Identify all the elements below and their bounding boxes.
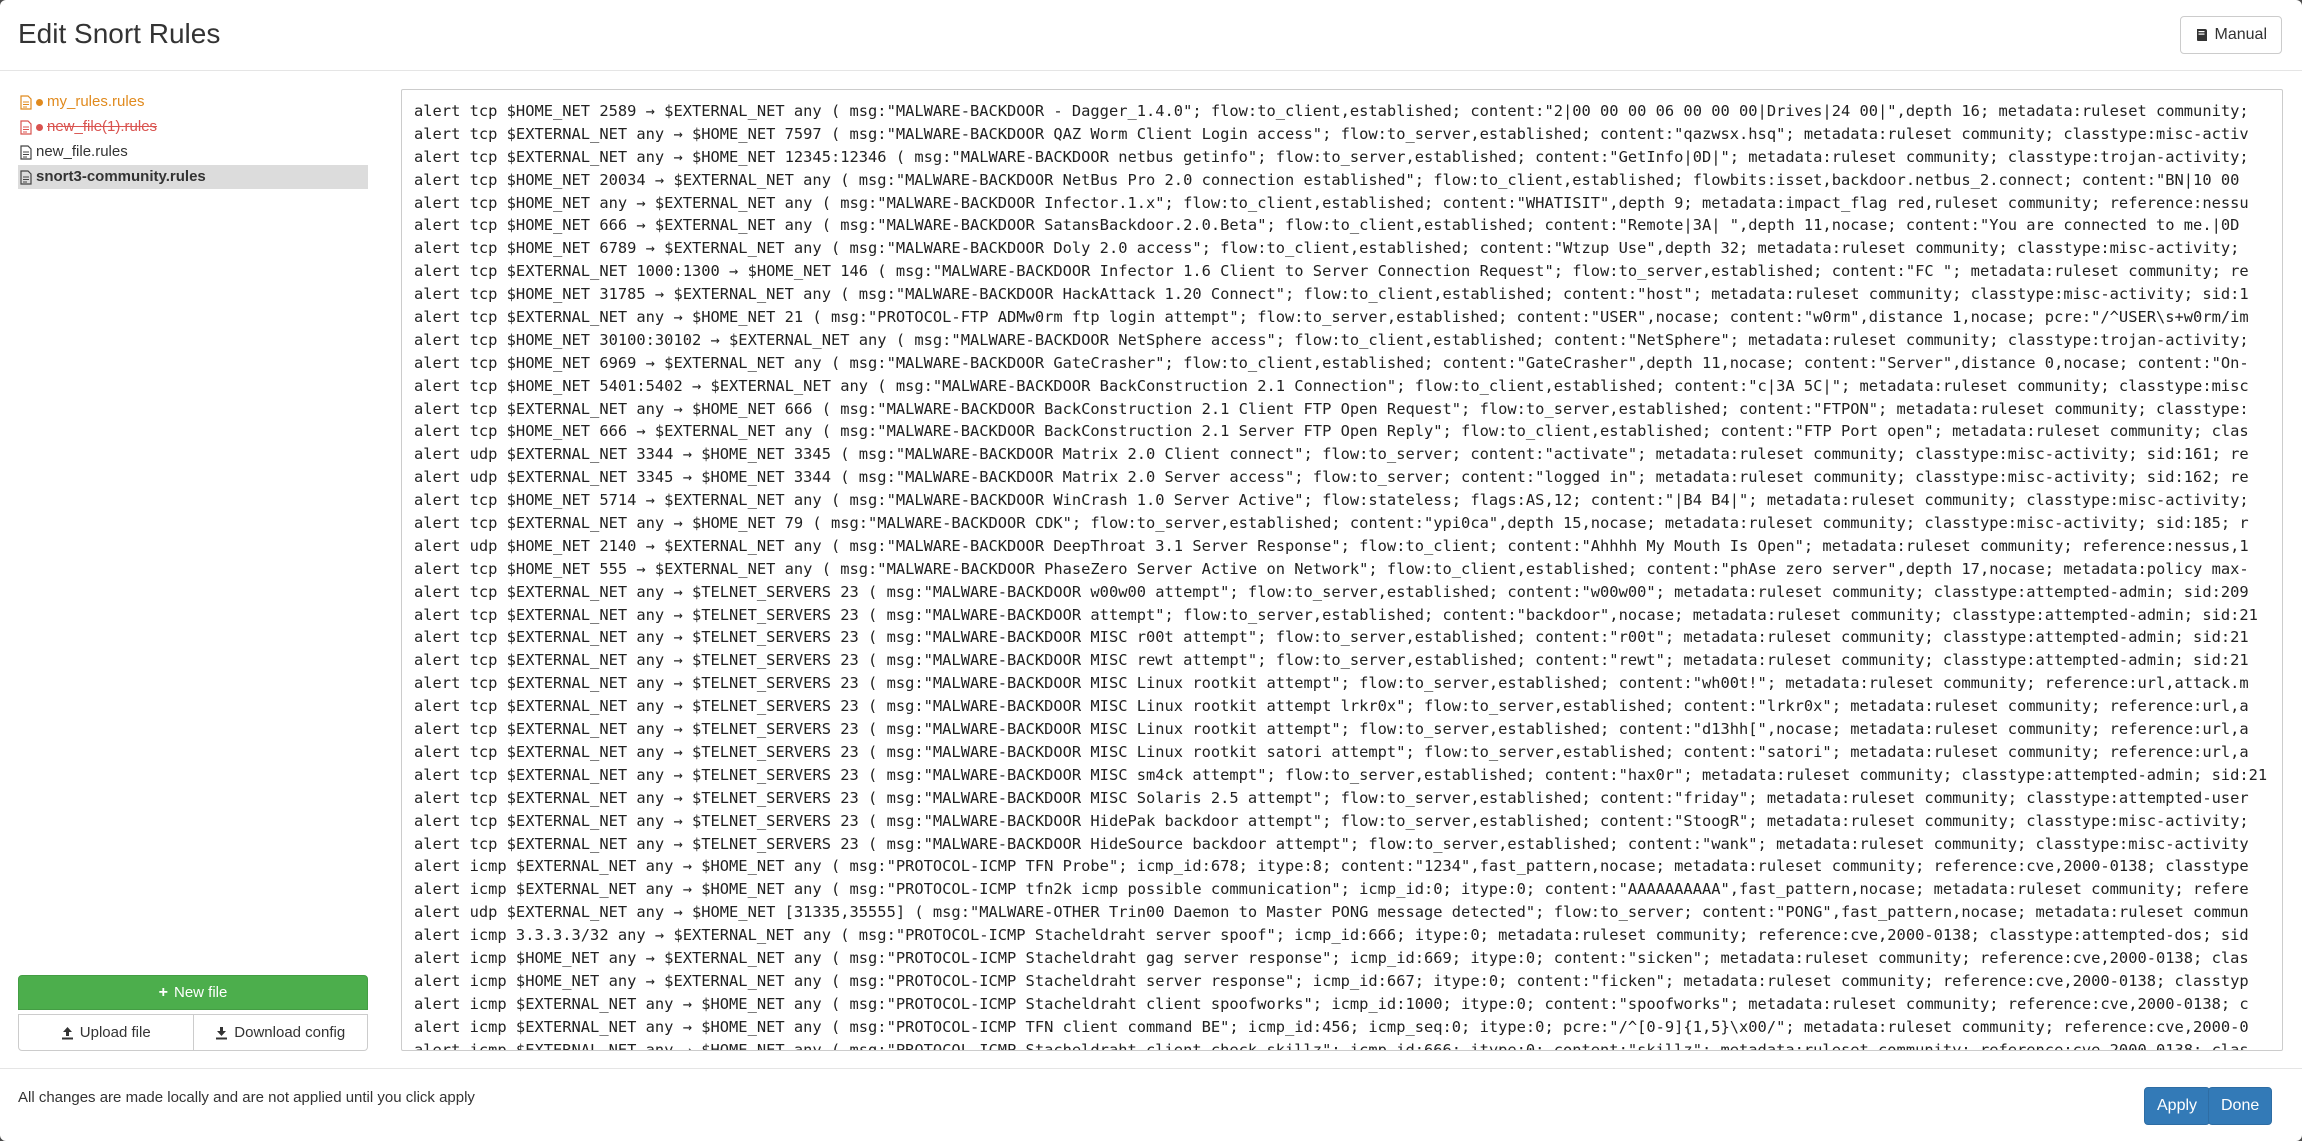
rule-line[interactable]: alert tcp $EXTERNAL_NET any → $TELNET_SE…	[414, 787, 2278, 810]
rule-line[interactable]: alert tcp $EXTERNAL_NET 1000:1300 → $HOM…	[414, 260, 2278, 283]
rule-line[interactable]: alert tcp $EXTERNAL_NET any → $TELNET_SE…	[414, 810, 2278, 833]
rule-line[interactable]: alert tcp $HOME_NET 30100:30102 → $EXTER…	[414, 329, 2278, 352]
rule-line[interactable]: alert udp $EXTERNAL_NET any → $HOME_NET …	[414, 901, 2278, 924]
rule-line[interactable]: alert tcp $EXTERNAL_NET any → $TELNET_SE…	[414, 764, 2278, 787]
rule-line[interactable]: alert tcp $EXTERNAL_NET any → $TELNET_SE…	[414, 695, 2278, 718]
rule-line[interactable]: alert tcp $EXTERNAL_NET any → $TELNET_SE…	[414, 649, 2278, 672]
file-list: my_rules.rules new_file(1).rules new_file.…	[18, 90, 368, 190]
file-item[interactable]: new_file(1).rules	[18, 115, 368, 139]
rule-line[interactable]: alert tcp $EXTERNAL_NET any → $TELNET_SE…	[414, 604, 2278, 627]
rule-line[interactable]: alert tcp $EXTERNAL_NET any → $HOME_NET …	[414, 512, 2278, 535]
rule-line[interactable]: alert tcp $HOME_NET 20034 → $EXTERNAL_NE…	[414, 169, 2278, 192]
rule-line[interactable]: alert udp $EXTERNAL_NET 3344 → $HOME_NET…	[414, 443, 2278, 466]
rule-line[interactable]: alert icmp $HOME_NET any → $EXTERNAL_NET…	[414, 970, 2278, 993]
file-name: my_rules.rules	[47, 93, 145, 110]
rule-line[interactable]: alert icmp $EXTERNAL_NET any → $HOME_NET…	[414, 878, 2278, 901]
manual-button[interactable]: Manual	[2179, 16, 2282, 54]
rule-line[interactable]: alert udp $EXTERNAL_NET 3345 → $HOME_NET…	[414, 466, 2278, 489]
file-icon	[20, 119, 32, 135]
rule-line[interactable]: alert udp $HOME_NET 2140 → $EXTERNAL_NET…	[414, 535, 2278, 558]
rule-line[interactable]: alert tcp $EXTERNAL_NET any → $HOME_NET …	[414, 306, 2278, 329]
rule-line[interactable]: alert icmp $EXTERNAL_NET any → $HOME_NET…	[414, 993, 2278, 1016]
file-actions: Upload file Download config	[18, 1014, 368, 1051]
rule-line[interactable]: alert icmp $EXTERNAL_NET any → $HOME_NET…	[414, 1016, 2278, 1039]
file-item[interactable]: snort3-community.rules	[18, 165, 368, 189]
file-name: new_file.rules	[36, 143, 128, 160]
rule-line[interactable]: alert icmp $EXTERNAL_NET any → $HOME_NET…	[414, 855, 2278, 878]
edit-snort-rules-dialog: Edit Snort Rules Manual my_rules.rulesne…	[0, 0, 2302, 1141]
done-button[interactable]: Done	[2208, 1087, 2273, 1125]
rule-line[interactable]: alert tcp $HOME_NET 6969 → $EXTERNAL_NET…	[414, 352, 2278, 375]
upload-file-button[interactable]: Upload file	[18, 1014, 194, 1051]
file-icon	[20, 94, 32, 110]
upload-icon	[61, 1026, 73, 1039]
change-indicator-dot	[36, 98, 43, 106]
change-indicator-dot	[36, 123, 43, 131]
new-file-label: New file	[173, 984, 228, 1001]
rule-line[interactable]: alert tcp $EXTERNAL_NET any → $TELNET_SE…	[414, 672, 2278, 695]
rule-line[interactable]: alert tcp $HOME_NET 2589 → $EXTERNAL_NET…	[414, 100, 2278, 123]
rule-line[interactable]: alert tcp $HOME_NET 5401:5402 → $EXTERNA…	[414, 375, 2278, 398]
apply-button[interactable]: Apply	[2144, 1087, 2211, 1125]
file-name: snort3-community.rules	[36, 168, 206, 185]
plus-icon: +	[158, 983, 168, 1001]
rule-line[interactable]: alert tcp $EXTERNAL_NET any → $TELNET_SE…	[414, 626, 2278, 649]
rule-line[interactable]: alert tcp $EXTERNAL_NET any → $TELNET_SE…	[414, 581, 2278, 604]
rule-line[interactable]: alert tcp $EXTERNAL_NET any → $HOME_NET …	[414, 146, 2278, 169]
rule-line[interactable]: alert icmp 3.3.3.3/32 any → $EXTERNAL_NE…	[414, 924, 2278, 947]
rule-line[interactable]: alert tcp $HOME_NET 555 → $EXTERNAL_NET …	[414, 558, 2278, 581]
upload-file-label: Upload file	[79, 1024, 151, 1041]
new-file-button[interactable]: + New file	[18, 975, 368, 1010]
rule-line[interactable]: alert tcp $HOME_NET 666 → $EXTERNAL_NET …	[414, 214, 2278, 237]
rule-line[interactable]: alert tcp $EXTERNAL_NET any → $HOME_NET …	[414, 398, 2278, 421]
rule-line[interactable]: alert tcp $EXTERNAL_NET any → $TELNET_SE…	[414, 718, 2278, 741]
rule-line[interactable]: alert tcp $HOME_NET any → $EXTERNAL_NET …	[414, 192, 2278, 215]
file-icon	[20, 169, 32, 185]
file-item[interactable]: my_rules.rules	[18, 90, 368, 114]
dialog-footer: All changes are made locally and are not…	[0, 1068, 2302, 1141]
rule-line[interactable]: alert tcp $EXTERNAL_NET any → $TELNET_SE…	[414, 741, 2278, 764]
download-icon	[216, 1026, 228, 1039]
download-config-button[interactable]: Download config	[193, 1014, 368, 1051]
rule-line[interactable]: alert tcp $EXTERNAL_NET any → $HOME_NET …	[414, 123, 2278, 146]
book-icon	[2196, 29, 2207, 41]
download-config-label: Download config	[234, 1024, 346, 1041]
rule-line[interactable]: alert icmp $HOME_NET any → $EXTERNAL_NET…	[414, 947, 2278, 970]
manual-button-label: Manual	[2214, 26, 2267, 43]
rule-line[interactable]: alert tcp $HOME_NET 666 → $EXTERNAL_NET …	[414, 420, 2278, 443]
rule-line[interactable]: alert tcp $HOME_NET 5714 → $EXTERNAL_NET…	[414, 489, 2278, 512]
file-item[interactable]: new_file.rules	[18, 140, 368, 164]
rules-code[interactable]: alert tcp $HOME_NET 2589 → $EXTERNAL_NET…	[414, 100, 2278, 1050]
dialog-header: Edit Snort Rules Manual	[0, 0, 2302, 71]
footer-note: All changes are made locally and are not…	[18, 1089, 475, 1106]
rule-line[interactable]: alert tcp $EXTERNAL_NET any → $TELNET_SE…	[414, 833, 2278, 856]
rules-editor[interactable]: alert tcp $HOME_NET 2589 → $EXTERNAL_NET…	[401, 89, 2283, 1051]
rule-line[interactable]: alert icmp $EXTERNAL_NET any → $HOME_NET…	[414, 1039, 2278, 1050]
file-name: new_file(1).rules	[47, 118, 158, 135]
rule-line[interactable]: alert tcp $HOME_NET 31785 → $EXTERNAL_NE…	[414, 283, 2278, 306]
rule-line[interactable]: alert tcp $HOME_NET 6789 → $EXTERNAL_NET…	[414, 237, 2278, 260]
file-icon	[20, 144, 32, 160]
dialog-title: Edit Snort Rules	[18, 18, 221, 49]
